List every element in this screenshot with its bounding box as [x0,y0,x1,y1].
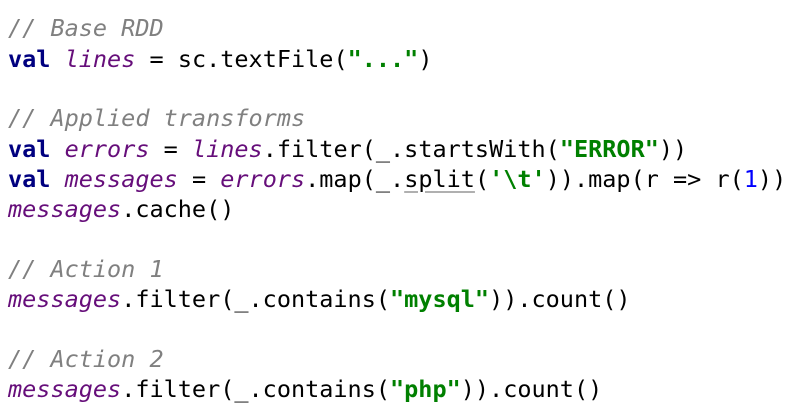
code-editor: // Base RDD val lines = sc.textFile("...… [0,0,796,416]
split-method: split [404,165,475,193]
close-parens: )) [658,135,688,163]
assign-operator: = [177,165,221,193]
code-line-4: val errors = lines.filter(_.startsWith("… [8,134,687,164]
count-call: )).count() [460,375,603,403]
keyword-val: val [8,45,51,73]
filter-contains-call: .filter(_.contains( [121,375,391,403]
variable-lines: lines [64,45,136,73]
variable-lines: lines [191,135,263,163]
string-literal-ellipsis: "..." [347,45,419,73]
variable-messages: messages [64,165,178,193]
code-line-6: messages.cache() [8,194,234,224]
assign-operator: = [135,45,178,73]
code-line-10: messages.filter(_.contains("php")).count… [8,374,602,404]
comment-action-2: // Action 2 [8,345,164,373]
map-call: .map(_. [305,165,405,193]
code-line-5: val messages = errors.map(_.split('\t'))… [8,164,786,194]
code-line-7: // Action 1 [8,254,164,284]
comment-applied-transforms: // Applied transforms [8,104,306,132]
string-literal-mysql: "mysql" [390,285,490,313]
code-line-1: // Base RDD [8,13,164,43]
filter-startswith-call: .filter(_.startsWith( [262,135,560,163]
code-line-3: // Applied transforms [8,103,305,133]
char-literal-tab: '\t' [489,165,546,193]
close-parens: )) [757,165,787,193]
cache-call: .cache() [121,195,235,223]
close-paren: ) [418,45,433,73]
code-line-2: val lines = sc.textFile("...") [8,44,433,74]
number-literal-one: 1 [743,165,758,193]
assign-operator: = [149,135,192,163]
variable-errors: errors [64,135,150,163]
comment-action-1: // Action 1 [8,255,164,283]
keyword-val: val [8,165,51,193]
textfile-call: sc.textFile( [177,45,348,73]
open-paren: ( [474,165,490,193]
variable-errors: errors [220,165,306,193]
count-call: )).count() [489,285,631,313]
map-lambda-call: )).map(r => r( [545,165,744,193]
code-line-9: // Action 2 [8,344,164,374]
filter-contains-call: .filter(_.contains( [121,285,391,313]
variable-messages: messages [8,195,122,223]
string-literal-php: "php" [390,375,461,403]
comment-base-rdd: // Base RDD [8,14,164,42]
variable-messages: messages [8,285,122,313]
keyword-val: val [8,135,51,163]
variable-messages: messages [8,375,122,403]
code-line-8: messages.filter(_.contains("mysql")).cou… [8,284,631,314]
string-literal-error: "ERROR" [559,135,659,163]
